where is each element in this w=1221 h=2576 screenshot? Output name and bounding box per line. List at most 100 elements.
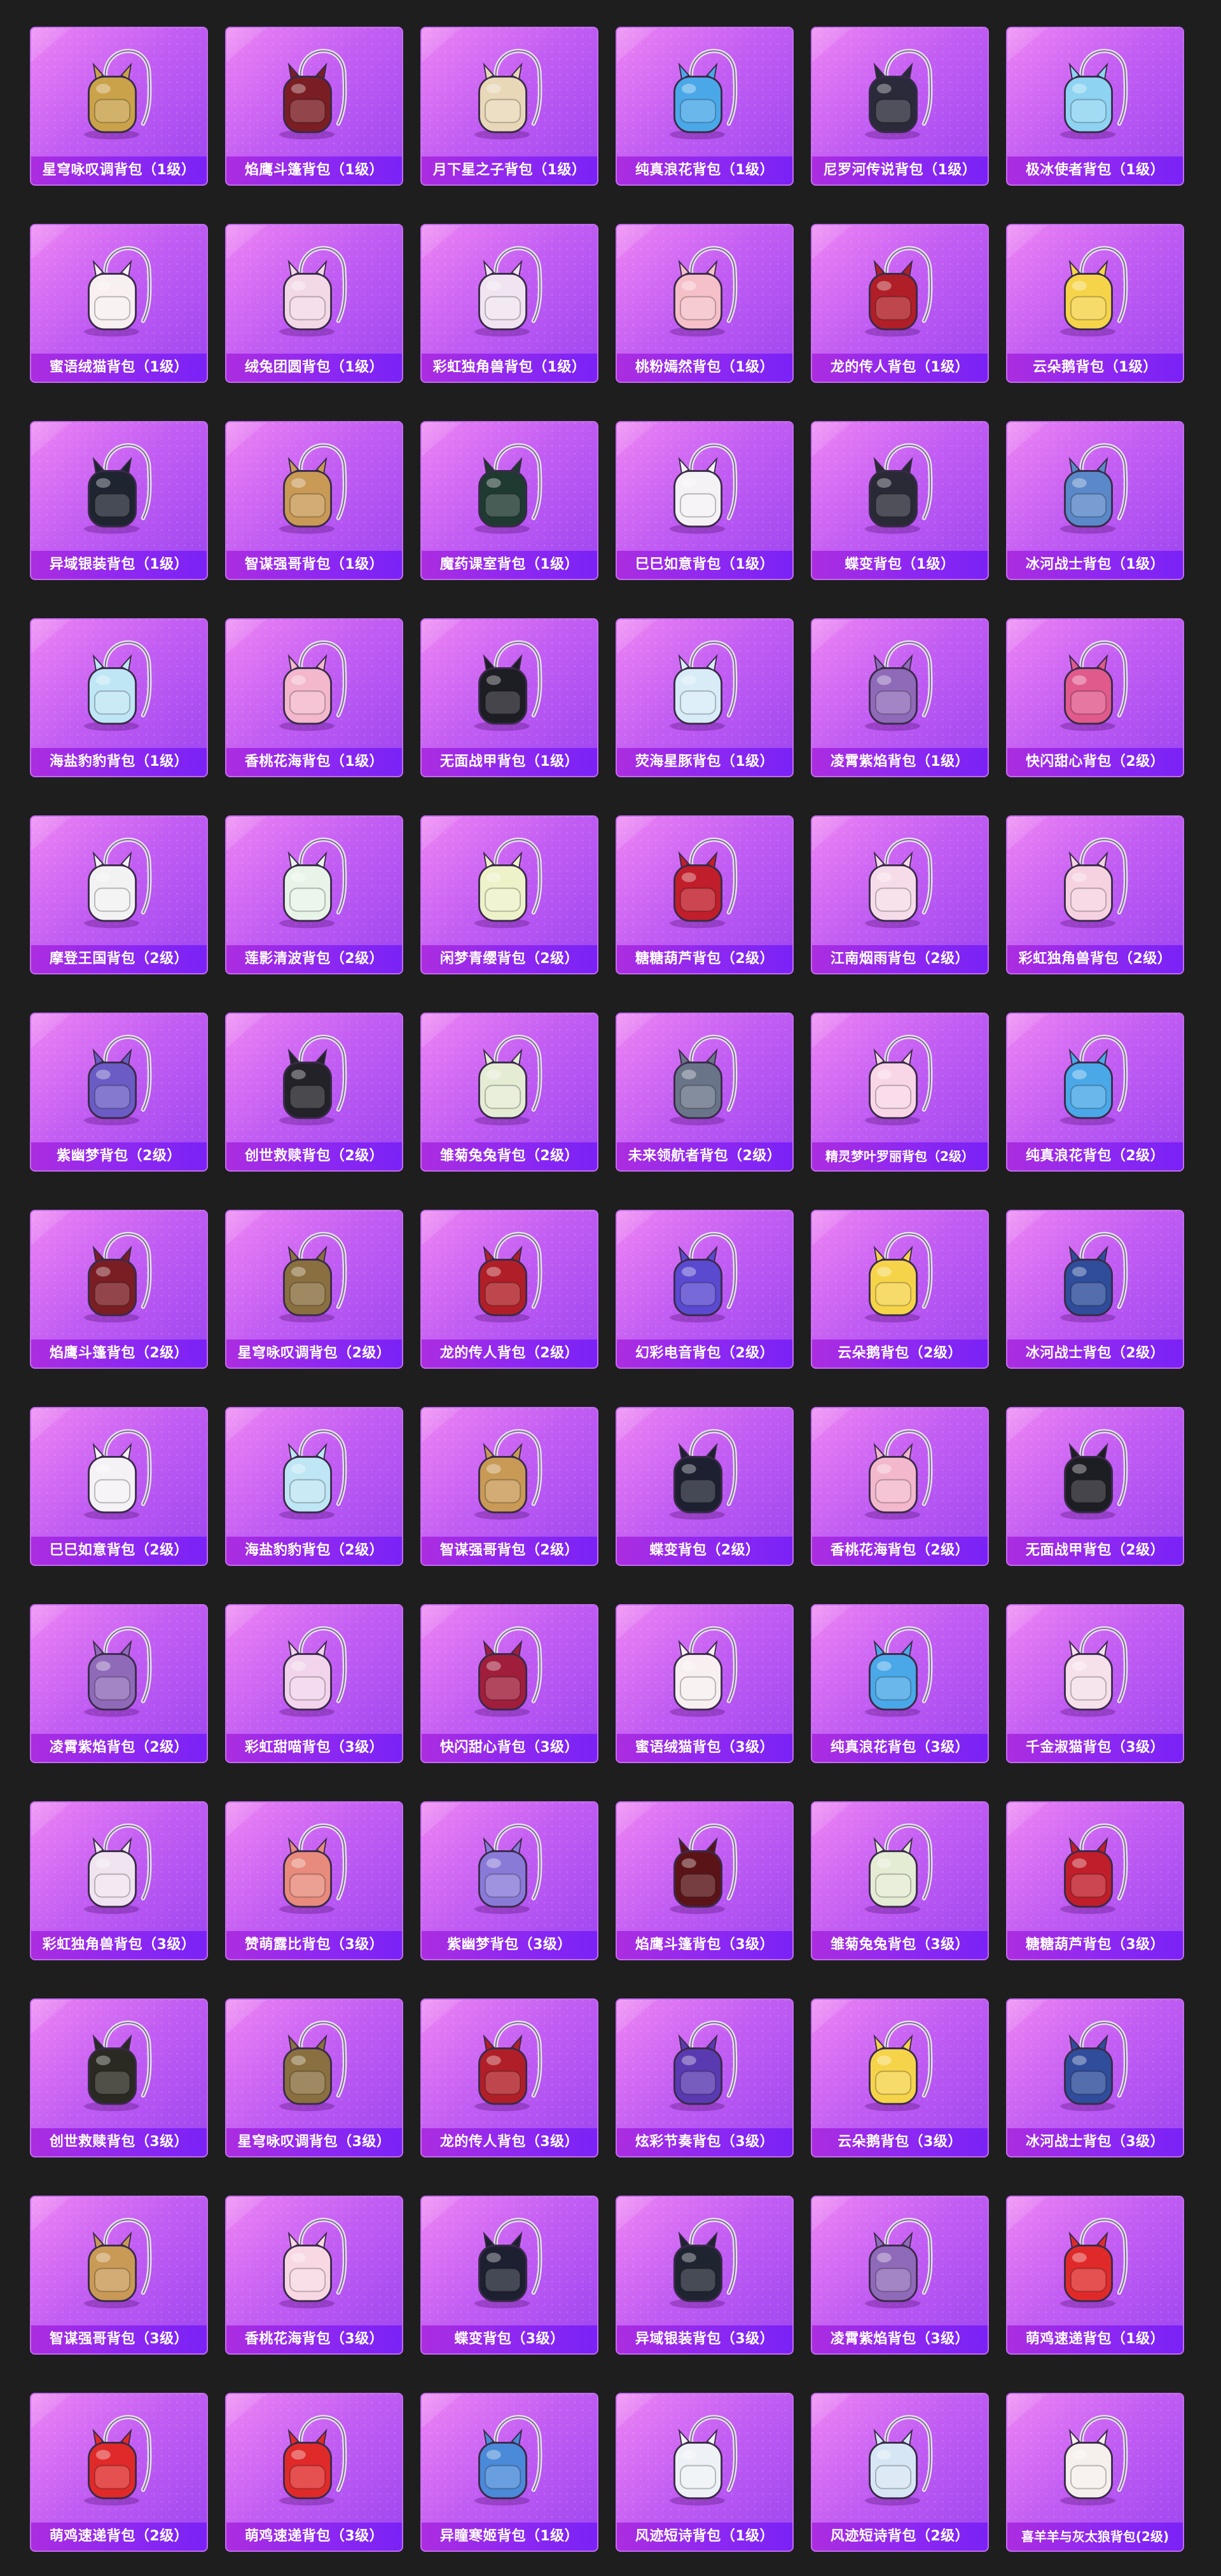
item-card[interactable]: 萌鸡速递背包（3级） (225, 2393, 403, 2552)
item-card[interactable]: 蝶变背包（3级） (420, 2196, 598, 2355)
item-card[interactable]: 凌霄紫焰背包（2级） (30, 1604, 208, 1763)
item-card[interactable]: 彩虹独角兽背包（1级） (420, 224, 598, 383)
item-card[interactable]: 快闪甜心背包（3级） (420, 1604, 598, 1763)
item-card[interactable]: 风迹短诗背包（2级） (811, 2393, 989, 2552)
backpack-icon (83, 1231, 152, 1323)
backpack-icon (669, 837, 738, 929)
item-card[interactable]: 冰河战士背包（1级） (1006, 421, 1184, 580)
backpack-icon (474, 837, 542, 929)
item-name-label: 尼罗河传说背包（1级） (812, 156, 988, 184)
item-name-label: 云朵鹅背包（3级） (812, 2128, 988, 2156)
item-card[interactable]: 凌霄紫焰背包（1级） (811, 618, 989, 777)
item-card[interactable]: 冰河战士背包（2级） (1006, 1210, 1184, 1369)
item-card[interactable]: 香桃花海背包（2级） (811, 1407, 989, 1566)
item-name-label: 香桃花海背包（1级） (226, 748, 402, 776)
item-card[interactable]: 星穹咏叹调背包（1级） (30, 27, 208, 186)
item-card[interactable]: 云朵鹅背包（3级） (811, 1998, 989, 2157)
item-card[interactable]: 纯真浪花背包（3级） (811, 1604, 989, 1763)
item-card[interactable]: 纯真浪花背包（1级） (616, 27, 794, 186)
item-card[interactable]: 萌鸡速递背包（2级） (30, 2393, 208, 2552)
item-card[interactable]: 龙的传人背包（3级） (420, 1998, 598, 2157)
item-card[interactable]: 莲影清波背包（2级） (225, 815, 403, 974)
item-card[interactable]: 冰河战士背包（3级） (1006, 1998, 1184, 2157)
item-card[interactable]: 月下星之子背包（1级） (420, 27, 598, 186)
item-card[interactable]: 云朵鹅背包（1级） (1006, 224, 1184, 383)
item-card[interactable]: 糖糖葫芦背包（2级） (616, 815, 794, 974)
item-card[interactable]: 千金淑猫背包（3级） (1006, 1604, 1184, 1763)
item-card[interactable]: 异瞳寒姬背包（1级） (420, 2393, 598, 2552)
item-card[interactable]: 炫彩节奏背包（3级） (616, 1998, 794, 2157)
item-name-label: 莲影清波背包（2级） (226, 945, 402, 973)
item-card[interactable]: 荧海星豚背包（1级） (616, 618, 794, 777)
item-name-label: 彩虹甜喵背包（3级） (226, 1734, 402, 1762)
item-card[interactable]: 绒兔团圆背包（1级） (225, 224, 403, 383)
item-card[interactable]: 赞萌露比背包（3级） (225, 1801, 403, 1960)
item-card[interactable]: 巳巳如意背包（1级） (616, 421, 794, 580)
item-card[interactable]: 智谋强哥背包（1级） (225, 421, 403, 580)
backpack-icon (31, 2197, 207, 2328)
item-name-label: 月下星之子背包（1级） (422, 156, 597, 184)
item-card[interactable]: 香桃花海背包（1级） (225, 618, 403, 777)
item-card[interactable]: 蝶变背包（1级） (811, 421, 989, 580)
item-card[interactable]: 星穹咏叹调背包（2级） (225, 1210, 403, 1369)
item-card[interactable]: 糖糖葫芦背包（3级） (1006, 1801, 1184, 1960)
item-card[interactable]: 凌霄紫焰背包（3级） (811, 2196, 989, 2355)
item-card[interactable]: 异域银装背包（3级） (616, 2196, 794, 2355)
item-name-label: 千金淑猫背包（3级） (1007, 1734, 1183, 1762)
item-card[interactable]: 喜羊羊与灰太狼背包(2级) (1006, 2393, 1184, 2552)
item-card[interactable]: 雏菊兔兔背包（2级） (420, 1013, 598, 1172)
item-card[interactable]: 无面战甲背包（2级） (1006, 1407, 1184, 1566)
item-card[interactable]: 龙的传人背包（1级） (811, 224, 989, 383)
item-card[interactable]: 萌鸡速递背包（1级） (1006, 2196, 1184, 2355)
backpack-icon (617, 2394, 792, 2525)
item-card[interactable]: 精灵梦叶罗丽背包（2级） (811, 1013, 989, 1172)
item-card[interactable]: 海盐豹豹背包（1级） (30, 618, 208, 777)
backpack-icon (279, 443, 347, 534)
item-card[interactable]: 摩登王国背包（2级） (30, 815, 208, 974)
item-card[interactable]: 海盐豹豹背包（2级） (225, 1407, 403, 1566)
item-card[interactable]: 未来领航者背包（2级） (616, 1013, 794, 1172)
item-card[interactable]: 创世救赎背包（3级） (30, 1998, 208, 2157)
backpack-icon (864, 2414, 933, 2506)
item-card[interactable]: 蜜语绒猫背包（3级） (616, 1604, 794, 1763)
item-card[interactable]: 紫幽梦背包（2级） (30, 1013, 208, 1172)
item-card[interactable]: 彩虹甜喵背包（3级） (225, 1604, 403, 1763)
item-card[interactable]: 创世救赎背包（2级） (225, 1013, 403, 1172)
item-card[interactable]: 雏菊兔兔背包（3级） (811, 1801, 989, 1960)
item-card[interactable]: 快闪甜心背包（2级） (1006, 618, 1184, 777)
item-card[interactable]: 焰鹰斗篷背包（3级） (616, 1801, 794, 1960)
item-card[interactable]: 异域银装背包（1级） (30, 421, 208, 580)
backpack-icon (474, 1231, 542, 1323)
backpack-icon (31, 2394, 207, 2525)
backpack-icon (669, 1626, 738, 1717)
item-card[interactable]: 蜜语绒猫背包（1级） (30, 224, 208, 383)
item-card[interactable]: 无面战甲背包（1级） (420, 618, 598, 777)
item-card[interactable]: 彩虹独角兽背包（3级） (30, 1801, 208, 1960)
item-name-label: 蝶变背包（2级） (617, 1537, 792, 1565)
item-card[interactable]: 香桃花海背包（3级） (225, 2196, 403, 2355)
item-card[interactable]: 魔药课室背包（1级） (420, 421, 598, 580)
item-card[interactable]: 尼罗河传说背包（1级） (811, 27, 989, 186)
item-card[interactable]: 蝶变背包（2级） (616, 1407, 794, 1566)
item-card[interactable]: 桃粉嫣然背包（1级） (616, 224, 794, 383)
item-card[interactable]: 闲梦青缨背包（2级） (420, 815, 598, 974)
item-card[interactable]: 风迹短诗背包（1级） (616, 2393, 794, 2552)
item-card[interactable]: 云朵鹅背包（2级） (811, 1210, 989, 1369)
item-card[interactable]: 纯真浪花背包（2级） (1006, 1013, 1184, 1172)
item-card[interactable]: 极冰使者背包（1级） (1006, 27, 1184, 186)
backpack-icon (1059, 443, 1128, 534)
backpack-icon (422, 620, 597, 751)
item-card[interactable]: 幻彩电音背包（2级） (616, 1210, 794, 1369)
item-card[interactable]: 智谋强哥背包（2级） (420, 1407, 598, 1566)
item-card[interactable]: 智谋强哥背包（3级） (30, 2196, 208, 2355)
item-card[interactable]: 焰鹰斗篷背包（1级） (225, 27, 403, 186)
item-card[interactable]: 龙的传人背包（2级） (420, 1210, 598, 1369)
item-card[interactable]: 星穹咏叹调背包（3级） (225, 1998, 403, 2157)
item-card[interactable]: 紫幽梦背包（3级） (420, 1801, 598, 1960)
item-card[interactable]: 江南烟雨背包（2级） (811, 815, 989, 974)
item-card[interactable]: 巳巳如意背包（2级） (30, 1407, 208, 1566)
backpack-icon (669, 640, 738, 731)
item-name-label: 蜜语绒猫背包（3级） (617, 1734, 792, 1762)
item-card[interactable]: 彩虹独角兽背包（2级） (1006, 815, 1184, 974)
item-card[interactable]: 焰鹰斗篷背包（2级） (30, 1210, 208, 1369)
